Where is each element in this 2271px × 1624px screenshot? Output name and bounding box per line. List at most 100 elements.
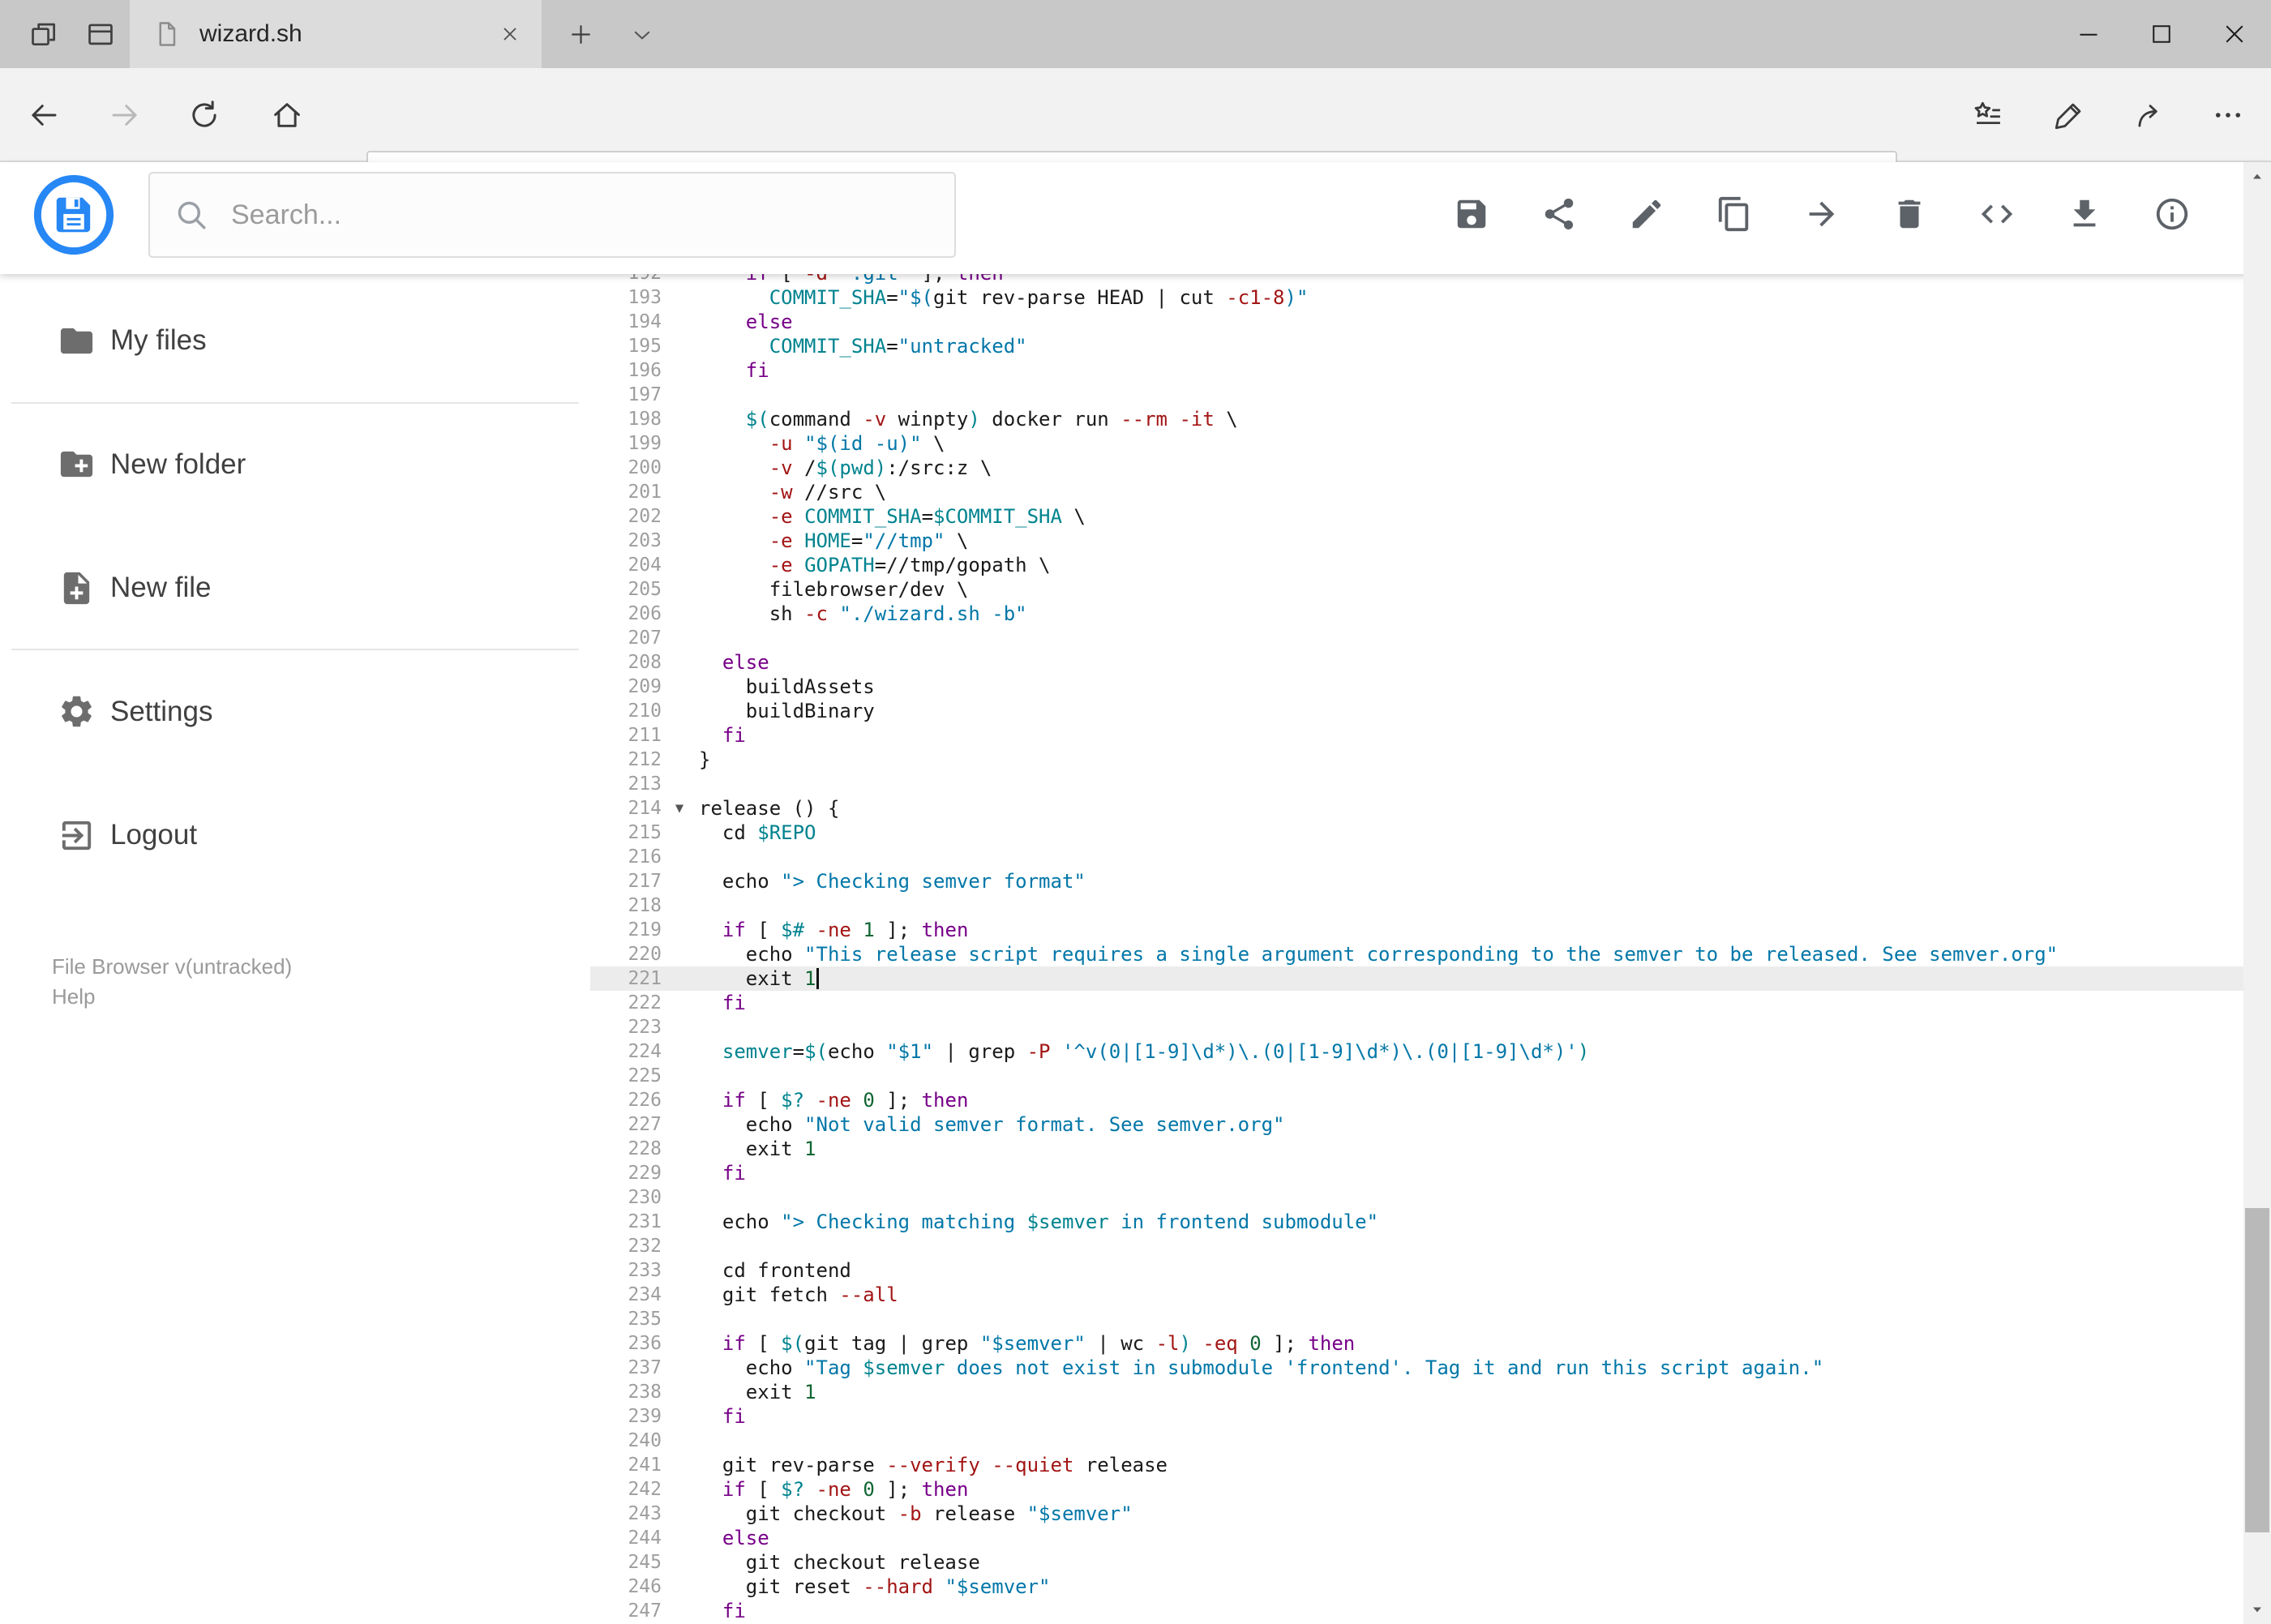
set-tabs-aside-button[interactable] xyxy=(23,13,65,55)
code-line[interactable]: 222 fi xyxy=(590,991,2243,1015)
scroll-down-button[interactable] xyxy=(2243,1595,2271,1624)
code-line[interactable]: 238 exit 1 xyxy=(590,1380,2243,1404)
new-tab-button[interactable] xyxy=(559,13,602,55)
code-line[interactable]: 196 fi xyxy=(590,358,2243,383)
scroll-up-button[interactable] xyxy=(2243,162,2271,191)
code-line[interactable]: 197 xyxy=(590,383,2243,407)
code-line[interactable]: 245 git checkout release xyxy=(590,1550,2243,1575)
code-line[interactable]: 203 -e HOME="//tmp" \ xyxy=(590,529,2243,553)
code-line[interactable]: 244 else xyxy=(590,1526,2243,1550)
code-line[interactable]: 234 git fetch --all xyxy=(590,1283,2243,1307)
code-line[interactable]: 211 fi xyxy=(590,723,2243,748)
code-line[interactable]: 208 else xyxy=(590,650,2243,675)
code-line[interactable]: 230 xyxy=(590,1185,2243,1210)
code-line[interactable]: 201 -w //src \ xyxy=(590,480,2243,504)
code-line[interactable]: 237 echo "Tag $semver does not exist in … xyxy=(590,1356,2243,1380)
favorites-hub-button[interactable] xyxy=(1962,89,2014,141)
line-number: 238 xyxy=(628,1382,662,1403)
info-button[interactable] xyxy=(2153,195,2191,233)
tab-preview-toggle[interactable] xyxy=(621,14,663,56)
code-line[interactable]: 193 COMMIT_SHA="$(git rev-parse HEAD | c… xyxy=(590,285,2243,310)
share-button[interactable] xyxy=(1540,195,1578,233)
window-minimize-button[interactable] xyxy=(2052,0,2125,68)
code-line[interactable]: 206 sh -c "./wizard.sh -b" xyxy=(590,602,2243,626)
code-line[interactable]: 221 exit 1 xyxy=(590,966,2243,991)
code-line[interactable]: 241 git rev-parse --verify --quiet relea… xyxy=(590,1453,2243,1477)
help-link[interactable]: Help xyxy=(52,982,292,1012)
code-line[interactable]: 232 xyxy=(590,1234,2243,1258)
code-line[interactable]: 218 xyxy=(590,893,2243,918)
code-line[interactable]: 219 if [ $# -ne 1 ]; then xyxy=(590,918,2243,942)
window-maximize-button[interactable] xyxy=(2125,0,2198,68)
code-line[interactable]: 216 xyxy=(590,845,2243,869)
code-line[interactable]: 212} xyxy=(590,748,2243,772)
web-note-button[interactable] xyxy=(2043,89,2095,141)
code-line[interactable]: 239 fi xyxy=(590,1404,2243,1429)
code-editor[interactable]: 192 if [ -d ".git" ]; then193 COMMIT_SHA… xyxy=(590,274,2243,1624)
code-line[interactable]: 207 xyxy=(590,626,2243,650)
code-line[interactable]: 233 cd frontend xyxy=(590,1258,2243,1283)
code-line[interactable]: 209 buildAssets xyxy=(590,675,2243,699)
line-number: 196 xyxy=(628,360,662,381)
tab-preview-button[interactable] xyxy=(79,13,122,55)
code-line[interactable]: 235 xyxy=(590,1307,2243,1331)
code-line[interactable]: 214 ▼ release () { xyxy=(590,796,2243,821)
code-line[interactable]: 220 echo "This release script requires a… xyxy=(590,942,2243,966)
code-line[interactable]: 225 xyxy=(590,1064,2243,1088)
code-line[interactable]: 200 -v /$(pwd):/src:z \ xyxy=(590,456,2243,480)
home-button[interactable] xyxy=(261,89,313,141)
sidebar-item-settings[interactable]: Settings xyxy=(0,677,590,747)
raw-view-button[interactable] xyxy=(1978,195,2016,233)
code-line[interactable]: 217 echo "> Checking semver format" xyxy=(590,869,2243,893)
sidebar-item-my-files[interactable]: My files xyxy=(0,306,590,375)
share-page-button[interactable] xyxy=(2124,89,2176,141)
more-options-button[interactable] xyxy=(2202,89,2254,141)
code-line[interactable]: 202 -e COMMIT_SHA=$COMMIT_SHA \ xyxy=(590,504,2243,529)
code-line[interactable]: 242 if [ $? -ne 0 ]; then xyxy=(590,1477,2243,1502)
refresh-button[interactable] xyxy=(178,89,230,141)
page-scrollbar[interactable] xyxy=(2243,162,2271,1624)
fold-marker-icon[interactable]: ▼ xyxy=(668,796,691,821)
move-button[interactable] xyxy=(1803,195,1840,233)
code-line[interactable]: 231 echo "> Checking matching $semver in… xyxy=(590,1210,2243,1234)
browser-tab[interactable]: wizard.sh xyxy=(130,0,542,68)
sidebar-item-logout[interactable]: Logout xyxy=(0,800,590,870)
forward-button[interactable] xyxy=(99,89,151,141)
line-number: 245 xyxy=(628,1552,662,1573)
back-button[interactable] xyxy=(18,89,70,141)
code-line[interactable]: 227 echo "Not valid semver format. See s… xyxy=(590,1112,2243,1137)
code-line[interactable]: 199 -u "$(id -u)" \ xyxy=(590,431,2243,456)
code-line[interactable]: 243 git checkout -b release "$semver" xyxy=(590,1502,2243,1526)
scrollbar-thumb[interactable] xyxy=(2245,1208,2269,1532)
code-line[interactable]: 247 fi xyxy=(590,1599,2243,1623)
code-line[interactable]: 223 xyxy=(590,1015,2243,1039)
code-line[interactable]: 229 fi xyxy=(590,1161,2243,1185)
window-close-button[interactable] xyxy=(2198,0,2271,68)
code-line[interactable]: 215 cd $REPO xyxy=(590,821,2243,845)
rename-button[interactable] xyxy=(1628,195,1665,233)
sidebar-item-new-file[interactable]: New file xyxy=(0,553,590,623)
code-line[interactable]: 224 semver=$(echo "$1" | grep -P '^v(0|[… xyxy=(590,1039,2243,1064)
code-line[interactable]: 246 git reset --hard "$semver" xyxy=(590,1575,2243,1599)
download-button[interactable] xyxy=(2066,195,2103,233)
code-line[interactable]: 204 -e GOPATH=//tmp/gopath \ xyxy=(590,553,2243,577)
code-line[interactable]: 192 if [ -d ".git" ]; then xyxy=(590,274,2243,285)
code-line[interactable]: 195 COMMIT_SHA="untracked" xyxy=(590,334,2243,358)
copy-button[interactable] xyxy=(1716,195,1753,233)
code-line[interactable]: 228 exit 1 xyxy=(590,1137,2243,1161)
tab-close-button[interactable] xyxy=(493,17,527,51)
code-line[interactable]: 226 if [ $? -ne 0 ]; then xyxy=(590,1088,2243,1112)
code-line[interactable]: 198 $(command -v winpty) docker run --rm… xyxy=(590,407,2243,431)
code-line[interactable]: 210 buildBinary xyxy=(590,699,2243,723)
code-line[interactable]: 213 xyxy=(590,772,2243,796)
sidebar-item-new-folder[interactable]: New folder xyxy=(0,430,590,499)
delete-button[interactable] xyxy=(1891,195,1928,233)
code-line[interactable]: 205 filebrowser/dev \ xyxy=(590,577,2243,602)
code-line[interactable]: 240 xyxy=(590,1429,2243,1453)
page-icon xyxy=(159,22,176,46)
code-line[interactable]: 194 else xyxy=(590,310,2243,334)
search-input[interactable] xyxy=(231,199,930,231)
save-button[interactable] xyxy=(1453,195,1490,233)
code-line[interactable]: 236 if [ $(git tag | grep "$semver" | wc… xyxy=(590,1331,2243,1356)
search-box[interactable] xyxy=(148,172,956,258)
